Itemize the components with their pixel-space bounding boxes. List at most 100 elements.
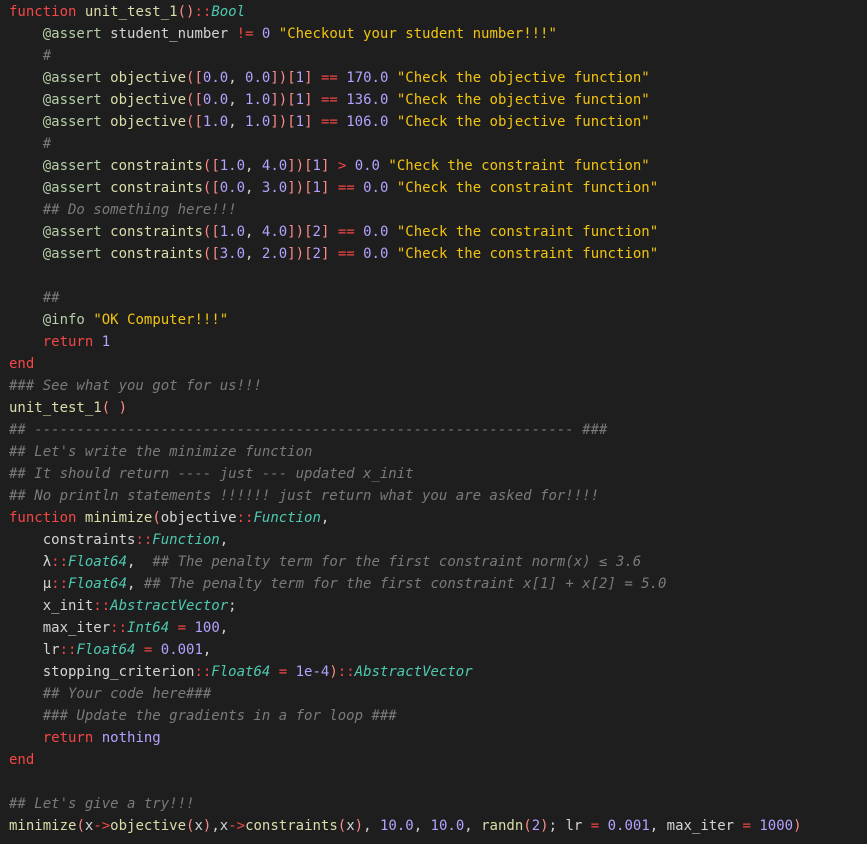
code-line[interactable]: end <box>9 353 34 375</box>
code-token-id: μ <box>9 576 52 592</box>
code-token-id <box>9 246 43 262</box>
code-token-pun: ]) <box>287 180 305 196</box>
code-token-cmt: ## The penalty term for the first constr… <box>143 576 667 592</box>
code-token-id <box>76 510 84 526</box>
code-line[interactable]: end <box>9 749 34 771</box>
code-token-kw: end <box>9 752 35 768</box>
code-token-cmt: # <box>42 136 52 152</box>
code-line[interactable]: return nothing <box>9 727 161 749</box>
code-line[interactable]: ## <box>9 287 60 309</box>
code-token-mac: @assert <box>42 246 102 262</box>
code-token-op: :: <box>59 642 77 658</box>
code-token-cmt: ## Let's give a try!!! <box>9 796 195 812</box>
code-line[interactable]: λ::Float64, ## The penalty term for the … <box>9 551 642 573</box>
code-line[interactable]: ## No println statements !!!!!! just ret… <box>9 485 599 507</box>
code-token-typ: Float64 <box>68 554 128 570</box>
code-line[interactable]: ## Do something here!!! <box>9 199 237 221</box>
code-token-op: :: <box>236 510 254 526</box>
code-token-op: :: <box>51 554 69 570</box>
code-line[interactable]: lr::Float64 = 0.001, <box>9 639 212 661</box>
code-line[interactable]: # <box>9 45 51 67</box>
code-token-id <box>9 290 43 306</box>
code-token-op: > <box>337 158 347 174</box>
code-line[interactable]: @info "OK Computer!!!" <box>9 309 228 331</box>
code-token-id: , <box>320 510 330 526</box>
code-token-typ: Float64 <box>68 576 128 592</box>
code-line[interactable]: @assert constraints([1.0, 4.0])[2] == 0.… <box>9 221 658 243</box>
code-token-id: , max_iter <box>649 818 743 834</box>
code-token-fn: randn <box>481 818 524 834</box>
code-token-pun: [ <box>304 224 313 240</box>
code-token-id: x_init <box>9 598 94 614</box>
code-token-id <box>102 158 110 174</box>
code-token-num: nothing <box>101 730 161 746</box>
code-token-id <box>93 334 101 350</box>
code-line[interactable]: ### Update the gradients in a for loop #… <box>9 705 397 727</box>
code-token-id: objective <box>160 510 237 526</box>
code-token-fn: objective <box>110 818 187 834</box>
code-line[interactable]: ## Let's give a try!!! <box>9 793 194 815</box>
code-line[interactable]: @assert objective([1.0, 1.0])[1] == 106.… <box>9 111 650 133</box>
code-token-pun: ) <box>354 818 364 834</box>
code-line[interactable]: @assert constraints([3.0, 2.0])[2] == 0.… <box>9 243 658 265</box>
code-line[interactable]: unit_test_1( ) <box>9 397 127 419</box>
code-token-id: , <box>228 70 246 86</box>
code-token-id <box>9 730 43 746</box>
code-token-op: :: <box>110 620 128 636</box>
code-line[interactable]: @assert constraints([1.0, 4.0])[1] > 0.0… <box>9 155 650 177</box>
code-token-str: "Check the objective function" <box>396 114 650 130</box>
code-line[interactable]: function unit_test_1()::Bool <box>9 1 245 23</box>
code-token-mac: @assert <box>42 224 102 240</box>
code-line[interactable]: ### See what you got for us!!! <box>9 375 262 397</box>
code-token-id <box>9 686 43 702</box>
code-line[interactable]: minimize(x->objective(x),x->constraints(… <box>9 815 802 837</box>
code-token-id <box>102 246 110 262</box>
code-line[interactable]: @assert student_number != 0 "Checkout yo… <box>9 23 557 45</box>
code-token-pun: ] <box>304 114 313 130</box>
code-token-id <box>9 114 43 130</box>
code-line[interactable]: ## Let's write the minimize function <box>9 441 312 463</box>
code-line[interactable]: μ::Float64, ## The penalty term for the … <box>9 573 667 595</box>
code-line[interactable]: constraints::Function, <box>9 529 228 551</box>
code-token-id <box>253 26 261 42</box>
code-line[interactable]: ## It should return ---- just --- update… <box>9 463 414 485</box>
code-token-num: 1 <box>312 180 321 196</box>
code-token-op: = <box>278 664 288 680</box>
code-line[interactable]: function minimize(objective::Function, <box>9 507 329 529</box>
code-token-id: , <box>245 246 262 262</box>
code-line[interactable]: max_iter::Int64 = 100, <box>9 617 229 639</box>
code-token-pun: ]) <box>287 224 305 240</box>
code-token-id <box>388 70 396 86</box>
code-token-fn: constraints <box>245 818 338 834</box>
code-editor[interactable]: function unit_test_1()::Bool @assert stu… <box>0 0 867 844</box>
code-line[interactable]: @assert objective([0.0, 0.0])[1] == 170.… <box>9 67 650 89</box>
code-token-op: :: <box>135 532 153 548</box>
code-token-id <box>9 92 43 108</box>
code-line[interactable]: return 1 <box>9 331 110 353</box>
code-line[interactable]: @assert objective([0.0, 1.0])[1] == 136.… <box>9 89 650 111</box>
code-token-num: 2 <box>312 224 321 240</box>
code-token-pun: [ <box>304 158 313 174</box>
code-token-num: 106.0 <box>346 114 389 130</box>
code-token-id <box>355 180 363 196</box>
code-token-id <box>169 620 177 636</box>
code-token-id <box>270 26 278 42</box>
code-line[interactable]: ## -------------------------------------… <box>9 419 607 441</box>
code-token-op: == <box>337 224 355 240</box>
code-token-id <box>313 70 321 86</box>
code-token-pun: ( <box>76 818 85 834</box>
code-line[interactable]: @assert constraints([0.0, 3.0])[1] == 0.… <box>9 177 658 199</box>
code-token-pun: ( <box>152 510 161 526</box>
code-line[interactable]: x_init::AbstractVector; <box>9 595 237 617</box>
code-token-id <box>9 180 43 196</box>
code-token-op: == <box>320 114 338 130</box>
code-token-id: , <box>202 642 212 658</box>
code-token-id <box>102 92 110 108</box>
code-line[interactable]: ## Your code here### <box>9 683 212 705</box>
code-token-num: 1000 <box>759 818 794 834</box>
code-token-pun: ]) <box>270 70 288 86</box>
code-token-id <box>355 246 363 262</box>
code-line[interactable]: # <box>9 133 51 155</box>
code-token-id <box>355 224 363 240</box>
code-line[interactable]: stopping_criterion::Float64 = 1e-4)::Abs… <box>9 661 473 683</box>
